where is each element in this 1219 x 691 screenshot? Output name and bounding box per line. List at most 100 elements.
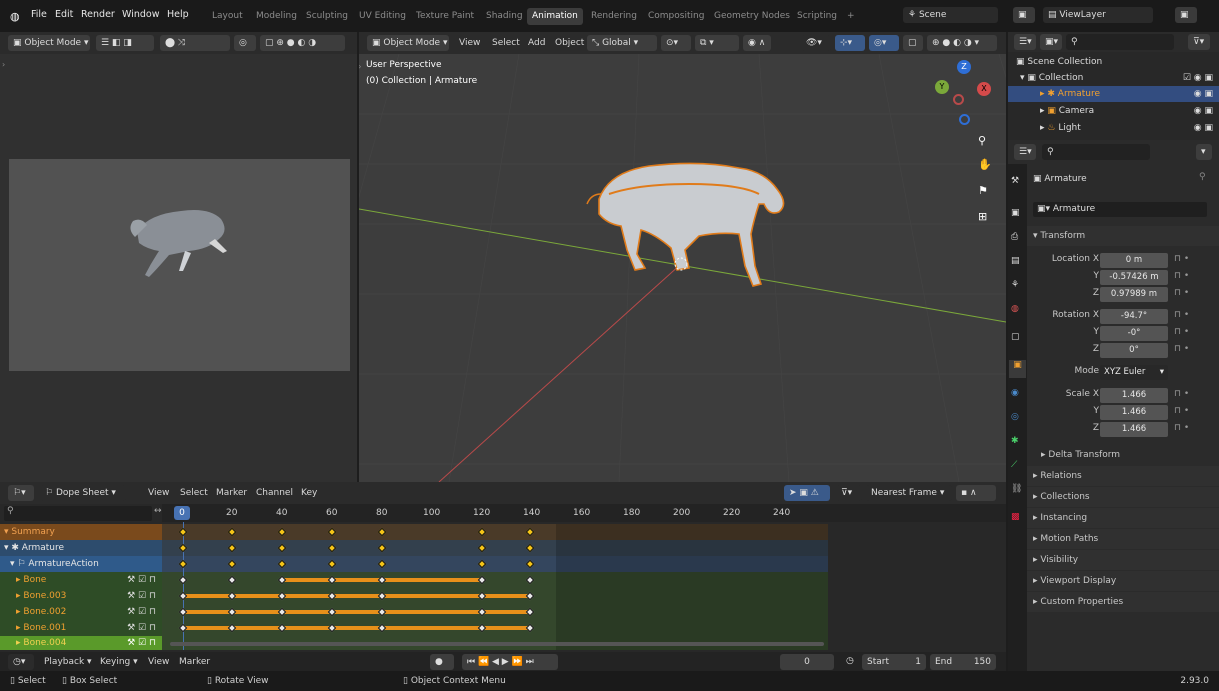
tab-rendering[interactable]: Rendering	[586, 8, 642, 25]
orientation-dropdown[interactable]: ⤡ Global ▾	[587, 35, 657, 51]
scene-tab-icon[interactable]: ⚘	[1011, 280, 1019, 290]
swap-icon[interactable]: ↔	[154, 506, 162, 516]
gizmo-neg-z-icon[interactable]	[959, 114, 970, 125]
properties-editor-type[interactable]: ☰▾	[1014, 144, 1036, 160]
snap-toggle[interactable]: ⧉ ▾	[695, 35, 739, 51]
viewport-mode-dropdown[interactable]: ▣ Object Mode ▾	[367, 35, 449, 51]
viewport-menu-object[interactable]: Object	[555, 35, 584, 51]
lock-icon[interactable]: ⊓ •	[1174, 389, 1189, 399]
dope-proportional-toggle[interactable]: ▪ ∧	[956, 485, 996, 501]
timeline-editor-type[interactable]: ◷▾	[8, 654, 34, 670]
new-scene-button[interactable]: ▣	[1013, 7, 1035, 23]
outliner-item-camera[interactable]: ▸ ▣ Camera ◉ ▣	[1008, 103, 1219, 119]
menu-render[interactable]: Render	[81, 9, 115, 20]
lock-icon[interactable]: ⊓ •	[1174, 271, 1189, 281]
lock-icon[interactable]: ⊓ •	[1174, 288, 1189, 298]
viewport-menu-view[interactable]: View	[459, 35, 480, 51]
viewport-menu-select[interactable]: Select	[492, 35, 520, 51]
viewport-menu-add[interactable]: Add	[528, 35, 545, 51]
channel-controls[interactable]: ⚒ ☑ ⊓	[127, 572, 156, 588]
pan-hand-icon[interactable]: ✋	[978, 158, 992, 171]
collections-section[interactable]: ▸ Collections	[1027, 487, 1219, 507]
texture-tab-icon[interactable]: ▩	[1011, 512, 1020, 522]
lock-icon[interactable]: ⊓ •	[1174, 327, 1189, 337]
channel-bone-003[interactable]: ▸ Bone.003 ⚒ ☑ ⊓	[0, 588, 162, 604]
gizmo-x-icon[interactable]: X	[977, 82, 991, 96]
tool-tab-icon[interactable]: ⚒	[1011, 176, 1019, 186]
editor-type-dropdown[interactable]: ☰▾	[1014, 34, 1036, 50]
current-frame-indicator[interactable]: 0	[174, 506, 190, 520]
tab-scripting[interactable]: Scripting	[792, 8, 842, 25]
relations-section[interactable]: ▸ Relations	[1027, 466, 1219, 486]
keying-menu[interactable]: Keying ▾	[100, 654, 138, 670]
shading-mode-buttons[interactable]: ⊕ ● ◐ ◑ ▾	[927, 35, 997, 51]
viewlayer-selector[interactable]: ▤ ViewLayer	[1043, 7, 1153, 23]
lock-icon[interactable]: ⊓ •	[1174, 406, 1189, 416]
dope-menu-channel[interactable]: Channel	[256, 485, 293, 501]
channel-bone-002[interactable]: ▸ Bone.002 ⚒ ☑ ⊓	[0, 604, 162, 620]
preview-range-icon[interactable]: ◷	[846, 656, 854, 666]
new-viewlayer-button[interactable]: ▣	[1175, 7, 1197, 23]
dope-sheet[interactable]: ⚐▾ ⚐ Dope Sheet ▾ View Select Marker Cha…	[0, 482, 1006, 652]
dope-menu-select[interactable]: Select	[180, 485, 208, 501]
lock-icon[interactable]: ⊓ •	[1174, 254, 1189, 264]
properties-search-input[interactable]: ⚲	[1042, 144, 1150, 160]
menu-edit[interactable]: Edit	[55, 9, 73, 20]
location-z-field[interactable]: 0.97989 m	[1100, 287, 1168, 302]
snap-mode-dropdown[interactable]: Nearest Frame ▾	[866, 485, 952, 501]
tab-uv-editing[interactable]: UV Editing	[354, 8, 411, 25]
scale-y-field[interactable]: 1.466	[1100, 405, 1168, 420]
object-tab-icon[interactable]: ▣	[1009, 360, 1026, 378]
gizmo-y-icon[interactable]: Y	[935, 80, 949, 94]
left-view-tools[interactable]: ☰ ◧ ◨	[96, 35, 154, 51]
transform-section-header[interactable]: ▾ Transform	[1027, 226, 1219, 246]
rotation-z-field[interactable]: 0°	[1100, 343, 1168, 358]
channel-controls[interactable]: ⚒ ☑ ⊓	[127, 604, 156, 620]
3d-viewport[interactable]: User Perspective (0) Collection | Armatu…	[359, 54, 1006, 482]
camera-visibility-icons[interactable]: ◉ ▣	[1194, 103, 1213, 119]
delta-transform-header[interactable]: ▸ Delta Transform	[1027, 445, 1219, 465]
visibility-section[interactable]: ▸ Visibility	[1027, 550, 1219, 570]
navigation-gizmo[interactable]: Z Y X	[929, 60, 999, 130]
dope-menu-view[interactable]: View	[148, 485, 169, 501]
left-mode-dropdown[interactable]: ▣ Object Mode ▾	[8, 35, 90, 51]
tab-modeling[interactable]: Modeling	[251, 8, 302, 25]
tab-shading[interactable]: Shading	[481, 8, 528, 25]
location-y-field[interactable]: -0.57426 m	[1100, 270, 1168, 285]
output-tab-icon[interactable]: ⎙	[1011, 232, 1018, 242]
render-tab-icon[interactable]: ▣	[1011, 208, 1020, 218]
menu-window[interactable]: Window	[122, 9, 159, 20]
display-mode-dropdown[interactable]: ▣▾	[1040, 34, 1062, 50]
tab-compositing[interactable]: Compositing	[643, 8, 709, 25]
channel-bone-004[interactable]: ▸ Bone.004 ⚒ ☑ ⊓	[0, 636, 162, 650]
particles-tab-icon[interactable]: ◎	[1011, 412, 1019, 422]
dope-editor-type[interactable]: ⚐▾	[8, 485, 34, 501]
left-snap-tools[interactable]: ⬤ ⤨	[160, 35, 230, 51]
end-frame-field[interactable]: End 150	[930, 654, 996, 670]
pivot-dropdown[interactable]: ⊙▾	[661, 35, 691, 51]
channel-armature-action[interactable]: ▾ ⚐ ArmatureAction	[0, 556, 162, 572]
blender-logo-icon[interactable]: ◍	[10, 10, 22, 23]
channel-summary[interactable]: ▾ Summary	[0, 524, 162, 540]
light-visibility-icons[interactable]: ◉ ▣	[1194, 120, 1213, 136]
transport-controls[interactable]: ⏮ ⏪ ◀ ▶ ⏩ ⏭	[462, 654, 558, 670]
rotation-y-field[interactable]: -0°	[1100, 326, 1168, 341]
constraint-tab-icon[interactable]: ⛓	[1011, 484, 1022, 494]
collection-visibility-icons[interactable]: ☑ ◉ ▣	[1183, 71, 1213, 86]
dope-menu-marker[interactable]: Marker	[216, 485, 247, 501]
channel-controls[interactable]: ⚒ ☑ ⊓	[127, 620, 156, 636]
proportional-edit[interactable]: ◉ ∧	[743, 35, 771, 51]
gizmo-neg-x-icon[interactable]	[953, 94, 964, 105]
gizmo-toggle[interactable]: ⊹▾	[835, 35, 865, 51]
lock-icon[interactable]: ⊓ •	[1174, 344, 1189, 354]
collection-tab-icon[interactable]: ▢	[1011, 332, 1020, 342]
menu-help[interactable]: Help	[167, 9, 189, 20]
armature-data-tab-icon[interactable]: ✱	[1011, 436, 1019, 446]
zoom-icon[interactable]: ⚲	[978, 134, 986, 147]
custom-properties-section[interactable]: ▸ Custom Properties	[1027, 592, 1219, 612]
outliner-filter-icon[interactable]: ⊽▾	[1188, 34, 1210, 50]
pin-icon[interactable]: ⚲	[1199, 172, 1206, 182]
dope-scrollbar[interactable]	[170, 642, 824, 646]
overlay-toggle[interactable]: ◎▾	[869, 35, 899, 51]
left-shading-buttons[interactable]: ▢ ⊕ ● ◐ ◑	[260, 35, 345, 51]
